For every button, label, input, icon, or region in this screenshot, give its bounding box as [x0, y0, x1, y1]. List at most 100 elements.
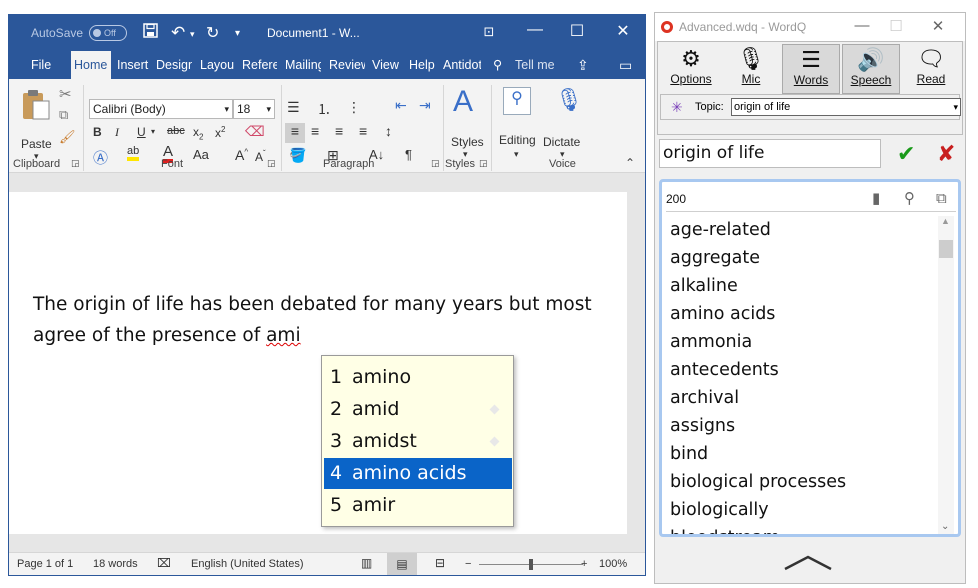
paragraph-launcher-icon[interactable]: ◲: [431, 158, 440, 169]
format-painter-icon[interactable]: 🖌: [59, 129, 76, 145]
word-list-item[interactable]: bloodstream: [666, 524, 932, 534]
shading-icon[interactable]: 🪣: [289, 147, 306, 164]
words-button[interactable]: ☰ Words: [782, 44, 840, 94]
minimize-icon[interactable]: —: [523, 21, 547, 39]
mic-button[interactable]: 🎙 Mic: [722, 44, 780, 94]
font-name-combo[interactable]: Calibri (Body) ▾: [89, 99, 233, 119]
word-list-item[interactable]: amino acids: [666, 300, 932, 328]
copy-icon[interactable]: ⧉: [936, 186, 947, 212]
align-left-icon[interactable]: ≡: [285, 123, 305, 143]
underline-dropdown-icon[interactable]: ▾: [151, 127, 155, 136]
tab-file[interactable]: File: [29, 51, 51, 79]
minimize-icon[interactable]: —: [851, 17, 873, 34]
bold-button[interactable]: B: [93, 125, 102, 139]
word-list-item[interactable]: alkaline: [666, 272, 932, 300]
suggestion-item[interactable]: 5 amir: [324, 490, 512, 521]
book-icon[interactable]: ▮: [872, 186, 880, 212]
zoom-out-icon[interactable]: −: [465, 558, 471, 570]
tab-insert[interactable]: Insert: [115, 51, 149, 79]
undo-dropdown-icon[interactable]: ▾: [190, 29, 195, 40]
word-list-item[interactable]: age-related: [666, 216, 932, 244]
underline-button[interactable]: U: [137, 125, 146, 139]
collapse-panel-icon[interactable]: [783, 553, 833, 573]
share-icon[interactable]: ⇪: [575, 51, 591, 79]
increase-indent-icon[interactable]: ⇥: [419, 97, 431, 114]
highlight-icon[interactable]: ab: [127, 145, 140, 161]
customize-qat-icon[interactable]: ▾: [235, 28, 240, 39]
tab-layout[interactable]: Layout: [198, 51, 234, 79]
suggestion-item[interactable]: 4 amino acids: [324, 458, 512, 489]
copy-icon[interactable]: ⧉: [59, 107, 68, 123]
collapse-ribbon-icon[interactable]: ⌃: [625, 156, 635, 170]
document-page[interactable]: The origin of life has been debated for …: [9, 192, 627, 534]
clear-formatting-icon[interactable]: ⌫: [245, 123, 265, 140]
word-list-item[interactable]: aggregate: [666, 244, 932, 272]
save-icon[interactable]: [143, 23, 158, 43]
search-input[interactable]: origin of life: [659, 139, 881, 168]
word-list-item[interactable]: ammonia: [666, 328, 932, 356]
tab-design[interactable]: Design: [154, 51, 192, 79]
find-icon[interactable]: ⚲: [503, 87, 531, 115]
shrink-font-icon[interactable]: Aˇ: [255, 149, 266, 164]
topic-select[interactable]: origin of life ▾: [731, 98, 961, 116]
zoom-in-icon[interactable]: +: [581, 558, 587, 570]
paste-button[interactable]: Paste: [21, 137, 52, 151]
justify-icon[interactable]: ≡: [359, 123, 367, 139]
editing-button[interactable]: Editing: [499, 133, 536, 147]
redo-icon[interactable]: ↻: [206, 23, 219, 43]
web-layout-icon[interactable]: ⊟: [435, 556, 445, 570]
align-right-icon[interactable]: ≡: [335, 123, 343, 139]
suggestion-item[interactable]: 3 amidst: [324, 426, 512, 457]
align-center-icon[interactable]: ≡: [311, 123, 319, 139]
tab-review[interactable]: Review: [327, 51, 365, 79]
cut-icon[interactable]: ✂: [59, 85, 72, 103]
zoom-level[interactable]: 100%: [599, 558, 627, 570]
zoom-slider-thumb[interactable]: [529, 559, 533, 570]
search-icon[interactable]: ⚲: [904, 186, 915, 212]
misspelled-word[interactable]: ami: [266, 325, 301, 346]
document-body[interactable]: The origin of life has been debated for …: [33, 289, 623, 351]
tab-help[interactable]: Help: [407, 51, 435, 79]
word-list-item[interactable]: biologically: [666, 496, 932, 524]
undo-icon[interactable]: ↶: [171, 23, 185, 43]
maximize-icon[interactable]: ☐: [885, 17, 907, 35]
bullets-icon[interactable]: ☰: [287, 99, 300, 116]
tab-antidote[interactable]: Antidote: [441, 51, 481, 79]
read-button[interactable]: 🗨 Read: [902, 44, 960, 94]
superscript-button[interactable]: x2: [215, 125, 225, 140]
microphone-icon[interactable]: 🎙: [555, 87, 583, 113]
word-list-item[interactable]: antecedents: [666, 356, 932, 384]
styles-icon[interactable]: A: [453, 87, 473, 117]
suggestion-item[interactable]: 1 amino: [324, 362, 512, 393]
word-list-item[interactable]: bind: [666, 440, 932, 468]
show-formatting-icon[interactable]: ¶: [405, 147, 412, 162]
scrollbar-thumb[interactable]: [939, 240, 953, 258]
numbering-icon[interactable]: ⒈: [317, 99, 331, 119]
multilevel-list-icon[interactable]: ⋮: [347, 99, 361, 116]
search-icon[interactable]: ⚲: [491, 51, 504, 79]
read-mode-icon[interactable]: ▥: [361, 556, 372, 570]
clipboard-launcher-icon[interactable]: ◲: [71, 158, 80, 169]
clear-cross-icon[interactable]: ✘: [937, 141, 955, 167]
word-list-scrollbar[interactable]: ▲ ⌄: [938, 216, 954, 534]
comments-icon[interactable]: ▭: [617, 51, 634, 79]
font-size-combo[interactable]: 18 ▾: [233, 99, 275, 119]
change-case-icon[interactable]: Aa: [193, 147, 209, 162]
ribbon-display-icon[interactable]: ⊡: [477, 24, 501, 40]
speech-button[interactable]: 🔊 Speech: [842, 44, 900, 94]
page-count[interactable]: Page 1 of 1: [17, 558, 73, 570]
proofing-icon[interactable]: ⌧: [157, 556, 171, 570]
subscript-button[interactable]: x2: [193, 125, 203, 141]
scroll-up-icon[interactable]: ▲: [941, 216, 950, 226]
close-icon[interactable]: ✕: [611, 21, 635, 41]
editing-dropdown-icon[interactable]: ▾: [514, 149, 519, 160]
strikethrough-button[interactable]: abc: [167, 125, 185, 137]
tab-view[interactable]: View: [370, 51, 400, 79]
styles-launcher-icon[interactable]: ◲: [479, 158, 488, 169]
paste-icon[interactable]: [21, 87, 51, 121]
print-layout-icon[interactable]: ▤: [387, 553, 417, 575]
word-count[interactable]: 18 words: [93, 558, 138, 570]
dictate-button[interactable]: Dictate: [543, 135, 580, 149]
options-button[interactable]: ⚙ Options: [662, 44, 720, 94]
grow-font-icon[interactable]: A^: [235, 147, 248, 163]
